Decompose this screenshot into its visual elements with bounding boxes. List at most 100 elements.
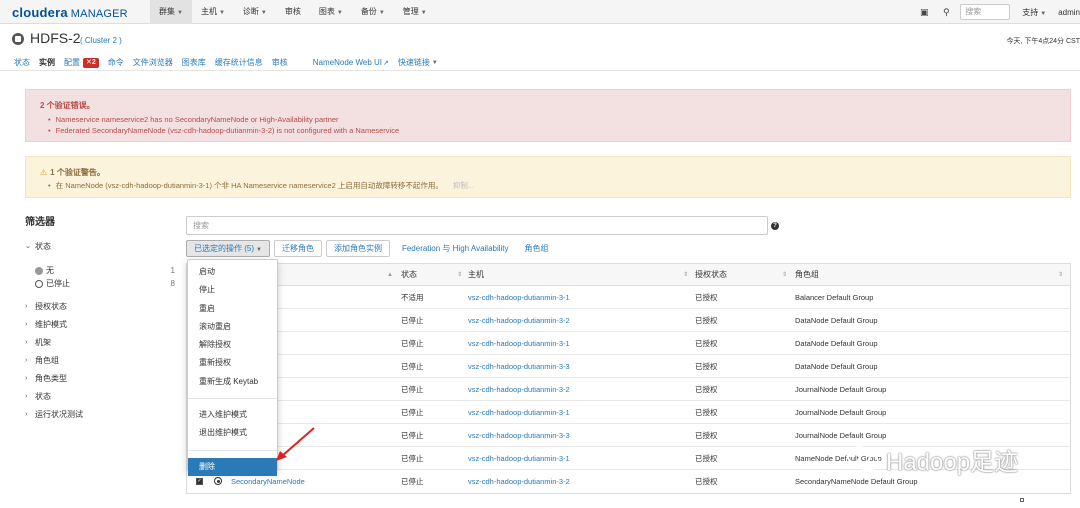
help-icon[interactable]: ? (771, 222, 779, 230)
add-role-instances-button[interactable]: 添加角色实例 (325, 239, 390, 257)
cluster-link[interactable]: ( Cluster 2 ) (80, 36, 122, 45)
menu-item-restart[interactable]: 重启 (188, 300, 277, 318)
chevron-right-icon: › (25, 375, 28, 382)
chevron-right-icon: › (25, 339, 28, 346)
support-menu[interactable]: 支持 ▼ (1022, 7, 1046, 18)
selected-actions-button[interactable]: 已选定的操作 (5) ▼ (186, 239, 270, 257)
chevron-right-icon: › (25, 411, 28, 418)
tab-file-browser[interactable]: 文件浏览器 (133, 57, 173, 68)
service-name: HDFS-2 (30, 30, 81, 46)
filter-option-stopped[interactable]: 已停止 8 (25, 277, 175, 290)
chevron-down-icon: ▼ (177, 10, 183, 16)
host-link[interactable]: vsz-cdh-hadoop-dutianmin-3-2 (468, 309, 570, 332)
filter-option-none[interactable]: 无1 (25, 264, 175, 277)
menu-item-exit-maintenance[interactable]: 退出维护模式 (188, 424, 277, 442)
sort-icon[interactable]: ⇕ (457, 264, 462, 286)
role-groups-link[interactable]: 角色组 (525, 243, 549, 254)
wechat-icon (847, 446, 879, 471)
table-row[interactable]: 不适用 vsz-cdh-hadoop-dutianmin-3-1 已授权 Balanc… (187, 286, 1070, 309)
table-row[interactable]: 已停止 vsz-cdh-hadoop-dutianmin-3-1 已授权 Journa… (187, 401, 1070, 424)
tab-configuration[interactable]: 配置 ✕2 (64, 57, 99, 68)
tasks-icon[interactable]: ▣ (916, 7, 932, 18)
menu-charts[interactable]: 图表 ▼ (310, 0, 352, 24)
host-link[interactable]: vsz-cdh-hadoop-dutianmin-3-3 (468, 424, 570, 447)
menu-divider (188, 398, 277, 400)
host-link[interactable]: vsz-cdh-hadoop-dutianmin-3-1 (468, 286, 570, 309)
col-status[interactable]: 状态 (401, 264, 417, 286)
table-row[interactable]: 已停止 vsz-cdh-hadoop-dutianmin-3-3 已授权 DataNo… (187, 355, 1070, 378)
cloudera-logo[interactable]: cloudera MANAGER (12, 5, 128, 20)
table-row[interactable]: 已停止 vsz-cdh-hadoop-dutianmin-3-2 已授权 DataNo… (187, 309, 1070, 332)
search-icon[interactable]: ⚲ (938, 7, 954, 18)
warning-item: 在 NameNode (vsz-cdh-hadoop-dutianmin-3-1… (48, 180, 1056, 191)
sort-icon[interactable]: ⇕ (683, 264, 688, 286)
table-row[interactable]: 已停止 vsz-cdh-hadoop-dutianmin-3-2 已授权 Journa… (187, 378, 1070, 401)
menu-hosts[interactable]: 主机 ▼ (192, 0, 234, 24)
menu-diagnostics[interactable]: 诊断 ▼ (234, 0, 276, 24)
menu-item-decommission[interactable]: 解除授权 (188, 336, 277, 354)
chevron-down-icon: ▼ (260, 10, 267, 16)
filter-group-maintenance[interactable]: › 维护模式 (25, 316, 175, 334)
watermark: Hadoop足迹 (846, 444, 1018, 476)
filter-title: 筛选器 (25, 217, 55, 228)
host-link[interactable]: vsz-cdh-hadoop-dutianmin-3-1 (468, 401, 570, 424)
col-role-group[interactable]: 角色组 (795, 264, 819, 286)
host-link[interactable]: vsz-cdh-hadoop-dutianmin-3-2 (468, 470, 570, 493)
global-search-input[interactable]: 搜索 (960, 4, 1011, 20)
error-item: Federated SecondaryNameNode (vsz-cdh-had… (48, 125, 1056, 136)
sort-icon[interactable]: ▲ (387, 264, 393, 286)
col-host[interactable]: 主机 (468, 264, 484, 286)
migrate-roles-button[interactable]: 迁移角色 (273, 239, 322, 257)
menu-item-recommission[interactable]: 重新授权 (188, 354, 277, 372)
namenode-web-ui-link[interactable]: NameNode Web UI ↗ (313, 58, 389, 67)
chevron-down-icon: ▼ (431, 59, 438, 66)
suppress-link[interactable]: 抑制... (453, 181, 474, 190)
filter-sidebar: 筛选器 ⌄ 状态 无1 已停止 8 › 授权状态 › 维护模式 › 机架 › 角色组 › 角色… (25, 213, 175, 424)
validation-error-alert: 2 个验证错误。 Nameservice nameservice2 has no… (25, 89, 1071, 142)
menu-clusters[interactable]: 群集 ▼ (150, 0, 192, 24)
filter-group-rack[interactable]: › 机架 (25, 334, 175, 352)
filter-group-health-tests[interactable]: › 运行状况测试 (25, 406, 175, 424)
menu-item-enter-maintenance[interactable]: 进入维护模式 (188, 406, 277, 424)
table-row[interactable]: 已停止 vsz-cdh-hadoop-dutianmin-3-1 已授权 DataNo… (187, 332, 1070, 355)
annotation-arrow-icon (276, 427, 315, 461)
filter-group-state[interactable]: › 状态 (25, 388, 175, 406)
tab-instances[interactable]: 实例 (39, 57, 55, 68)
menu-admin[interactable]: 管理 ▼ (394, 0, 436, 24)
host-link[interactable]: vsz-cdh-hadoop-dutianmin-3-1 (468, 332, 570, 355)
status-stopped-icon (35, 279, 43, 288)
tab-status[interactable]: 状态 (14, 57, 30, 68)
tab-commands[interactable]: 命令 (108, 57, 124, 68)
filter-group-role-group[interactable]: › 角色组 (25, 352, 175, 370)
sort-icon[interactable]: ⇕ (782, 264, 787, 286)
quick-links-menu[interactable]: 快速链接 ▼ (398, 57, 438, 68)
filter-group-status[interactable]: ⌄ 状态 (25, 238, 175, 256)
host-link[interactable]: vsz-cdh-hadoop-dutianmin-3-3 (468, 355, 570, 378)
menu-item-rolling-restart[interactable]: 滚动重启 (188, 318, 277, 336)
menu-backup[interactable]: 备份 ▼ (352, 0, 394, 24)
filter-group-role-type[interactable]: › 角色类型 (25, 370, 175, 388)
tab-charts[interactable]: 图表库 (182, 57, 206, 68)
federation-ha-link[interactable]: Federation 与 High Availability (402, 243, 509, 254)
host-link[interactable]: vsz-cdh-hadoop-dutianmin-3-2 (468, 378, 570, 401)
menu-item-start[interactable]: 启动 (188, 263, 277, 281)
validation-warning-alert: ⚠1 个验证警告。 在 NameNode (vsz-cdh-hadoop-dut… (25, 156, 1071, 198)
top-navbar: cloudera MANAGER 群集 ▼ 主机 ▼ 诊断 ▼ 审核 图表 ▼ 备份 ▼ 管… (0, 0, 1080, 24)
host-link[interactable]: vsz-cdh-hadoop-dutianmin-3-1 (468, 447, 570, 470)
menu-item-stop[interactable]: 停止 (188, 281, 277, 299)
menu-item-regenerate-keytab[interactable]: 重新生成 Keytab (188, 373, 277, 391)
col-auth-status[interactable]: 授权状态 (695, 264, 727, 286)
sort-icon[interactable]: ⇕ (1058, 264, 1063, 286)
tab-cache-stats[interactable]: 缓存统计信息 (215, 57, 263, 68)
row-checkbox[interactable]: ✓ (196, 478, 203, 485)
service-tabs: 状态 实例 配置 ✕2 命令 文件浏览器 图表库 缓存统计信息 审核 NameNo… (0, 55, 1080, 71)
chevron-down-icon: ⌄ (25, 243, 31, 250)
menu-item-delete[interactable]: 删除 (188, 457, 277, 476)
selected-actions-dropdown: 启动 停止 重启 滚动重启 解除授权 重新授权 重新生成 Keytab 进入维护… (187, 259, 278, 476)
tab-audit[interactable]: 审核 (272, 57, 288, 68)
instance-search-input[interactable]: 搜索 (186, 216, 768, 235)
chevron-right-icon: › (25, 321, 28, 328)
menu-audits[interactable]: 审核 (276, 0, 310, 24)
filter-group-auth[interactable]: › 授权状态 (25, 298, 175, 316)
user-menu[interactable]: admin (1058, 8, 1080, 17)
